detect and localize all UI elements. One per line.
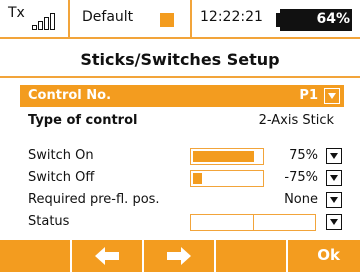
signal-bars-icon	[32, 12, 64, 30]
arrow-right-icon	[167, 247, 191, 265]
required-pos-label: Required pre-fl. pos.	[28, 192, 160, 207]
type-of-control-value: 2-Axis Stick	[258, 113, 334, 128]
switch-on-bar	[190, 148, 264, 165]
type-of-control-label: Type of control	[28, 113, 138, 128]
battery-icon: 64%	[276, 9, 354, 31]
battery-percent: 64%	[316, 11, 350, 27]
clock-time: 12:22:21	[200, 9, 263, 25]
next-button[interactable]	[144, 240, 216, 272]
softkey-4[interactable]	[216, 240, 288, 272]
control-number-row[interactable]: Control No. P1	[20, 85, 344, 107]
switch-off-label: Switch Off	[28, 170, 95, 185]
status-indicator	[190, 214, 316, 231]
model-name: Default	[82, 9, 134, 25]
clock: 12:22:21	[192, 0, 270, 37]
type-of-control-row: Type of control 2-Axis Stick	[28, 110, 344, 134]
softkey-1[interactable]	[0, 240, 72, 272]
chevron-down-icon[interactable]	[326, 148, 342, 164]
prev-button[interactable]	[72, 240, 144, 272]
ok-button-label: Ok	[317, 246, 340, 264]
status-row[interactable]: Status	[28, 212, 344, 234]
page-title: Sticks/Switches Setup	[0, 41, 360, 78]
control-number-label: Control No.	[28, 88, 112, 103]
switch-off-bar-fill	[193, 173, 202, 184]
status-bar: Tx Default 12:22:21 64%	[0, 0, 360, 39]
required-pos-row[interactable]: Required pre-fl. pos. None	[28, 190, 344, 212]
switch-off-bar	[190, 170, 264, 187]
switch-off-row[interactable]: Switch Off -75%	[28, 168, 344, 190]
model-color-swatch	[160, 13, 174, 27]
chevron-down-icon[interactable]	[324, 88, 340, 104]
softkey-bar: Ok	[0, 240, 360, 272]
switch-on-value: 75%	[289, 148, 318, 163]
chevron-down-icon[interactable]	[326, 192, 342, 208]
tx-signal: Tx	[0, 0, 70, 37]
model-indicator[interactable]: Default	[70, 0, 192, 37]
chevron-down-icon[interactable]	[326, 170, 342, 186]
required-pos-value: None	[284, 192, 318, 207]
status-label: Status	[28, 214, 70, 229]
tx-label: Tx	[8, 5, 25, 21]
switch-on-bar-fill	[193, 151, 254, 162]
switch-on-row[interactable]: Switch On 75%	[28, 146, 344, 168]
switch-off-value: -75%	[284, 170, 318, 185]
chevron-down-icon[interactable]	[326, 214, 342, 230]
arrow-left-icon	[95, 247, 119, 265]
switch-on-label: Switch On	[28, 148, 94, 163]
ok-button[interactable]: Ok	[288, 240, 360, 272]
control-number-value: P1	[299, 88, 318, 103]
